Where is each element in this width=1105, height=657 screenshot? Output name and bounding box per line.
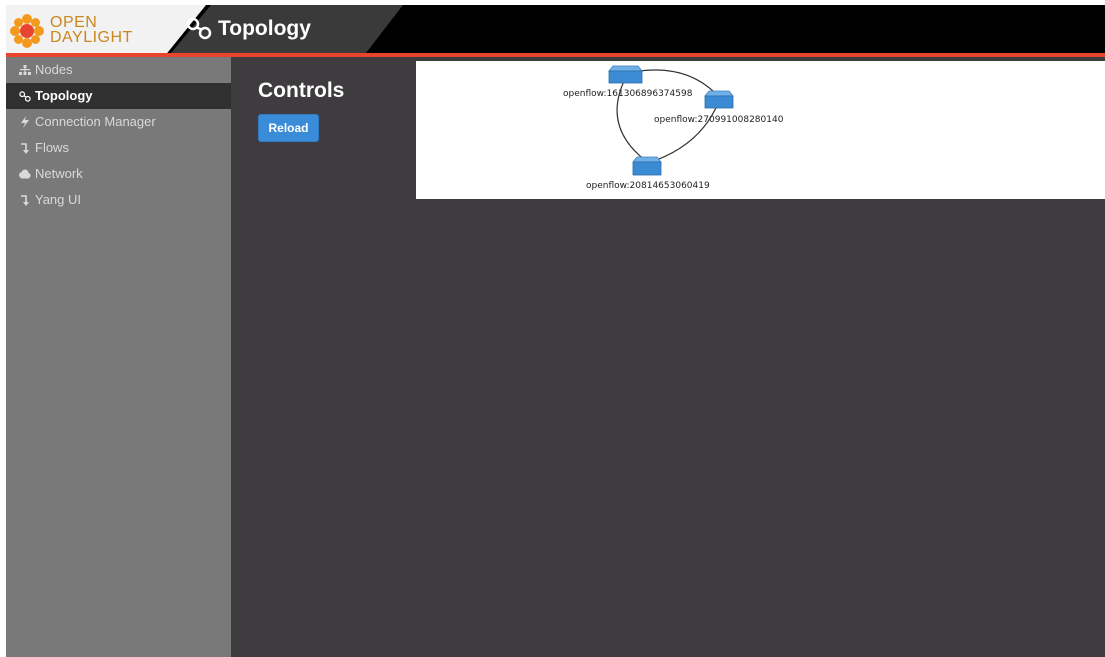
sidebar-item-label: Network bbox=[35, 166, 83, 181]
topology-icon bbox=[186, 17, 212, 40]
flow-arrow-icon bbox=[18, 142, 31, 155]
switch-icon bbox=[608, 65, 643, 84]
sidebar-item-label: Nodes bbox=[35, 62, 73, 77]
logo-line1: OPEN bbox=[50, 14, 98, 31]
topology-icon bbox=[18, 90, 31, 103]
sidebar: Nodes Topology Connection Manager Flows … bbox=[6, 57, 231, 657]
sidebar-item-label: Yang UI bbox=[35, 192, 82, 207]
sidebar-item-yang-ui[interactable]: Yang UI bbox=[6, 187, 231, 213]
sidebar-item-network[interactable]: Network bbox=[6, 161, 231, 187]
opendaylight-logo-icon bbox=[10, 14, 44, 48]
topology-canvas[interactable]: openflow:161306896374598 openflow:270991… bbox=[416, 61, 1105, 199]
sidebar-item-flows[interactable]: Flows bbox=[6, 135, 231, 161]
sidebar-item-connection-manager[interactable]: Connection Manager bbox=[6, 109, 231, 135]
reload-button[interactable]: Reload bbox=[258, 114, 319, 142]
node-label: openflow:161306896374598 bbox=[563, 89, 693, 99]
page-title: Topology bbox=[186, 17, 311, 41]
sidebar-item-nodes[interactable]: Nodes bbox=[6, 57, 231, 83]
topology-link bbox=[647, 100, 720, 164]
topology-node[interactable]: openflow:20814653060419 bbox=[586, 156, 710, 191]
cloud-icon bbox=[18, 168, 31, 181]
sidebar-item-label: Flows bbox=[35, 140, 69, 155]
logo-line2: DAYLIGHT bbox=[50, 29, 133, 46]
bolt-icon bbox=[18, 116, 31, 129]
sidebar-item-label: Connection Manager bbox=[35, 114, 156, 129]
sitemap-icon bbox=[18, 64, 31, 77]
switch-icon bbox=[704, 90, 734, 109]
page-title-text: Topology bbox=[218, 17, 311, 40]
sidebar-item-label: Topology bbox=[35, 88, 93, 103]
logo-text: OPEN DAYLIGHT bbox=[50, 14, 133, 46]
app-header: OPEN DAYLIGHT Topology bbox=[6, 5, 1105, 57]
node-label: openflow:20814653060419 bbox=[586, 181, 710, 191]
flow-arrow-icon bbox=[18, 194, 31, 207]
controls-title: Controls bbox=[258, 79, 345, 102]
sidebar-item-topology[interactable]: Topology bbox=[6, 83, 231, 109]
switch-icon bbox=[632, 156, 662, 176]
node-label: openflow:270991008280140 bbox=[654, 115, 784, 125]
